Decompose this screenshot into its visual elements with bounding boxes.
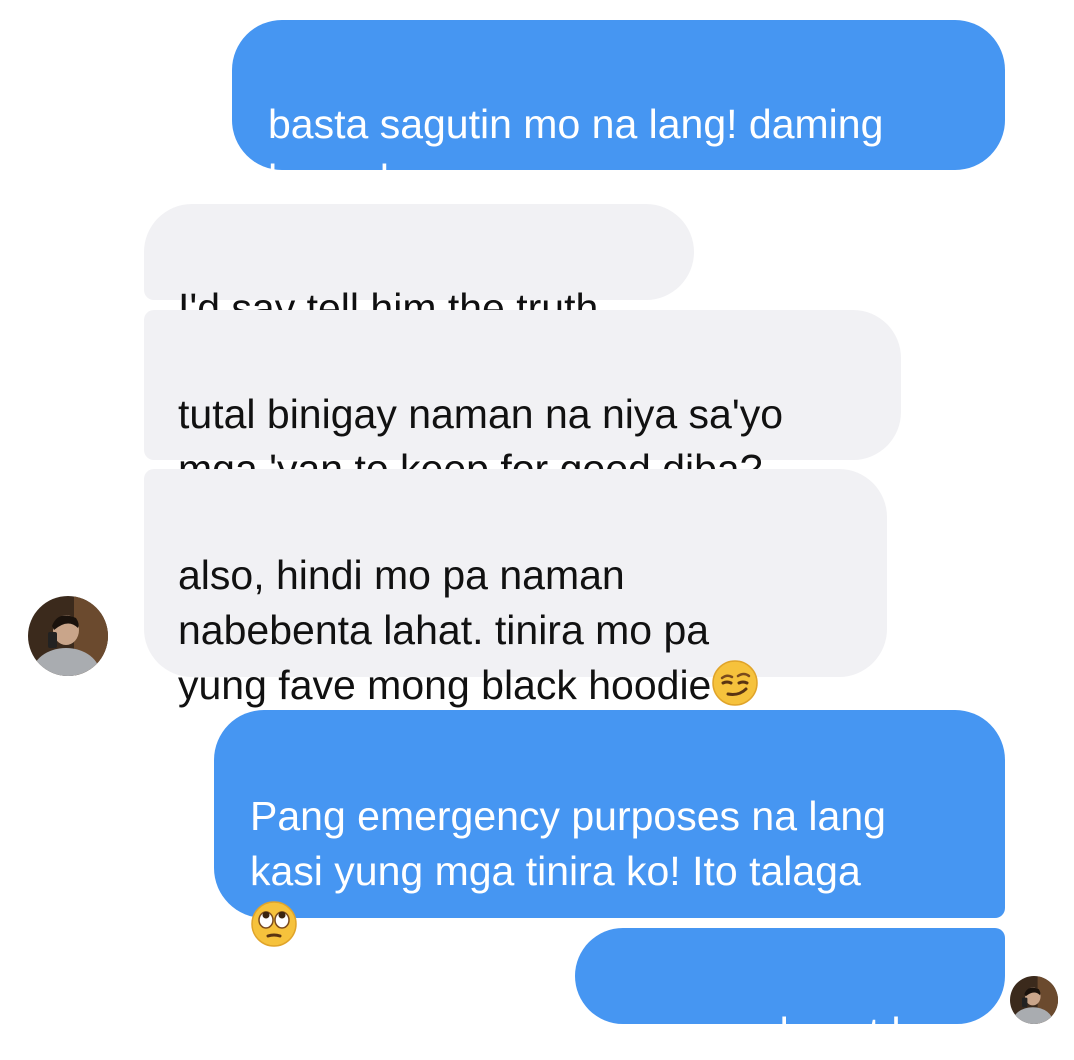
outgoing-message-bubble[interactable]: Pang emergency purposes na lang kasi yun… bbox=[214, 710, 1005, 947]
message-text: ge na, salamat ha bbox=[611, 1009, 937, 1055]
incoming-message-bubble[interactable]: also, hindi mo pa naman nabebenta lahat.… bbox=[144, 469, 887, 708]
incoming-message-bubble[interactable]: tutal binigay naman na niya sa'yo mga 'y… bbox=[144, 310, 901, 492]
outgoing-message-bubble[interactable]: basta sagutin mo na lang! daming hanash … bbox=[232, 20, 1005, 202]
message-text: also, hindi mo pa naman nabebenta lahat.… bbox=[178, 552, 712, 708]
avatar-photo bbox=[1010, 976, 1058, 1024]
avatar-photo bbox=[28, 596, 108, 676]
message-text: basta sagutin mo na lang! daming hanash … bbox=[268, 101, 884, 202]
incoming-message-bubble[interactable]: I'd say tell him the truth bbox=[144, 204, 694, 331]
smirking-face-emoji bbox=[712, 660, 759, 706]
face-with-rolling-eyes-emoji bbox=[251, 901, 297, 947]
read-receipt-avatar bbox=[1010, 976, 1058, 1024]
contact-avatar[interactable] bbox=[28, 596, 108, 676]
outgoing-message-bubble[interactable]: ge na, salamat ha bbox=[575, 928, 1005, 1055]
message-text: Pang emergency purposes na lang kasi yun… bbox=[250, 793, 886, 894]
